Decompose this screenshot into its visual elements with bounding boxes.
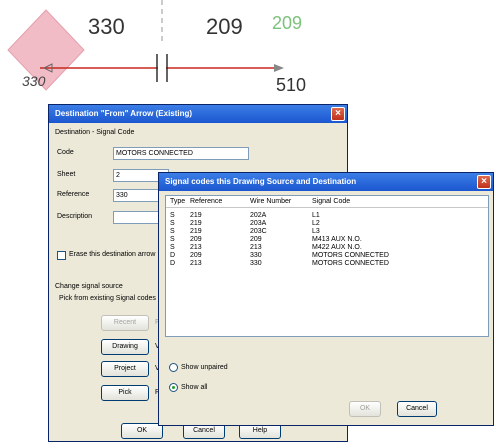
- cell-type: S: [170, 236, 175, 243]
- show-all-label: Show all: [181, 384, 208, 391]
- cell-type: D: [170, 260, 176, 267]
- codes-cancel-button[interactable]: Cancel: [397, 401, 437, 417]
- from-dialog-title: Destination "From" Arrow (Existing): [55, 109, 193, 118]
- cell-signal-code: M422 AUX N.O.: [312, 244, 362, 251]
- table-row[interactable]: S 209 209 M413 AUX N.O.: [166, 236, 488, 244]
- cell-reference: 209: [190, 252, 202, 259]
- codes-ok-button[interactable]: OK: [349, 401, 381, 417]
- table-row[interactable]: D 213 330 MOTORS CONNECTED: [166, 260, 488, 268]
- cell-wire-number: 203C: [250, 228, 267, 235]
- cell-wire-number: 330: [250, 252, 262, 259]
- cell-reference: 219: [190, 228, 202, 235]
- pick-button[interactable]: Pick: [101, 385, 149, 401]
- wire-number-below: 510: [276, 75, 307, 95]
- cell-type: S: [170, 220, 175, 227]
- column-header-signal-code[interactable]: Signal Code: [312, 196, 350, 208]
- cell-reference: 213: [190, 260, 202, 267]
- cell-signal-code: L3: [312, 228, 320, 235]
- wire-number-left: 330: [88, 14, 125, 39]
- cell-type: S: [170, 212, 175, 219]
- table-row[interactable]: D 209 330 MOTORS CONNECTED: [166, 252, 488, 260]
- reference-label: Reference: [57, 191, 90, 198]
- recent-button[interactable]: Recent: [101, 315, 149, 331]
- pick-existing-label: Pick from existing Signal codes: [59, 295, 156, 302]
- show-unpaired-radio[interactable]: [169, 363, 178, 372]
- codes-dialog-title: Signal codes this Drawing Source and Des…: [165, 177, 357, 186]
- sheet-label: Sheet: [57, 171, 76, 178]
- description-label: Description: [57, 213, 93, 220]
- group-label: Destination - Signal Code: [55, 129, 135, 136]
- close-icon[interactable]: ×: [477, 175, 491, 189]
- cell-reference: 219: [190, 220, 202, 227]
- cell-type: S: [170, 228, 175, 235]
- column-header-type[interactable]: Type: [170, 196, 185, 208]
- cell-reference: 213: [190, 244, 202, 251]
- cell-wire-number: 209: [250, 236, 262, 243]
- code-label: Code: [57, 149, 74, 156]
- symbol-label: 330: [22, 73, 46, 89]
- close-icon[interactable]: ×: [331, 107, 345, 121]
- from-dialog-titlebar[interactable]: Destination "From" Arrow (Existing) ×: [49, 105, 347, 123]
- column-header-wire-number[interactable]: Wire Number: [250, 196, 291, 208]
- cell-type: D: [170, 252, 176, 259]
- list-header: Type Reference Wire Number Signal Code: [166, 196, 488, 208]
- drawing-button[interactable]: Drawing: [101, 339, 149, 355]
- change-source-label: Change signal source: [55, 283, 123, 290]
- cell-wire-number: 330: [250, 260, 262, 267]
- project-button[interactable]: Project: [101, 361, 149, 377]
- wire-number-right-alt: 209: [272, 13, 303, 33]
- table-row[interactable]: S 213 213 M422 AUX N.O.: [166, 244, 488, 252]
- table-row[interactable]: S 219 203A L2: [166, 220, 488, 228]
- cell-wire-number: 202A: [250, 212, 267, 219]
- destination-symbol: [7, 9, 85, 91]
- ok-button[interactable]: OK: [121, 423, 163, 439]
- wire-number-right: 209: [206, 14, 243, 39]
- cell-reference: 219: [190, 212, 202, 219]
- cell-type: S: [170, 244, 175, 251]
- cell-signal-code: MOTORS CONNECTED: [312, 252, 389, 259]
- cell-wire-number: 213: [250, 244, 262, 251]
- erase-checkbox[interactable]: [57, 251, 66, 260]
- show-unpaired-label: Show unpaired: [181, 364, 228, 371]
- codes-dialog-titlebar[interactable]: Signal codes this Drawing Source and Des…: [159, 173, 493, 191]
- show-all-radio[interactable]: [169, 383, 178, 392]
- table-row[interactable]: S 219 202A L1: [166, 212, 488, 220]
- cell-signal-code: L2: [312, 220, 320, 227]
- signal-codes-dialog: Signal codes this Drawing Source and Des…: [158, 172, 494, 426]
- cell-wire-number: 203A: [250, 220, 267, 227]
- signal-codes-list[interactable]: Type Reference Wire Number Signal Code S…: [165, 195, 489, 337]
- erase-label: Erase this destination arrow: [69, 251, 156, 258]
- cell-signal-code: M413 AUX N.O.: [312, 236, 362, 243]
- cell-signal-code: L1: [312, 212, 320, 219]
- column-header-reference[interactable]: Reference: [190, 196, 222, 208]
- cell-signal-code: MOTORS CONNECTED: [312, 260, 389, 267]
- table-row[interactable]: S 219 203C L3: [166, 228, 488, 236]
- cell-reference: 209: [190, 236, 202, 243]
- destination-arrow-icon: [274, 64, 284, 72]
- code-field[interactable]: MOTORS CONNECTED: [113, 147, 249, 160]
